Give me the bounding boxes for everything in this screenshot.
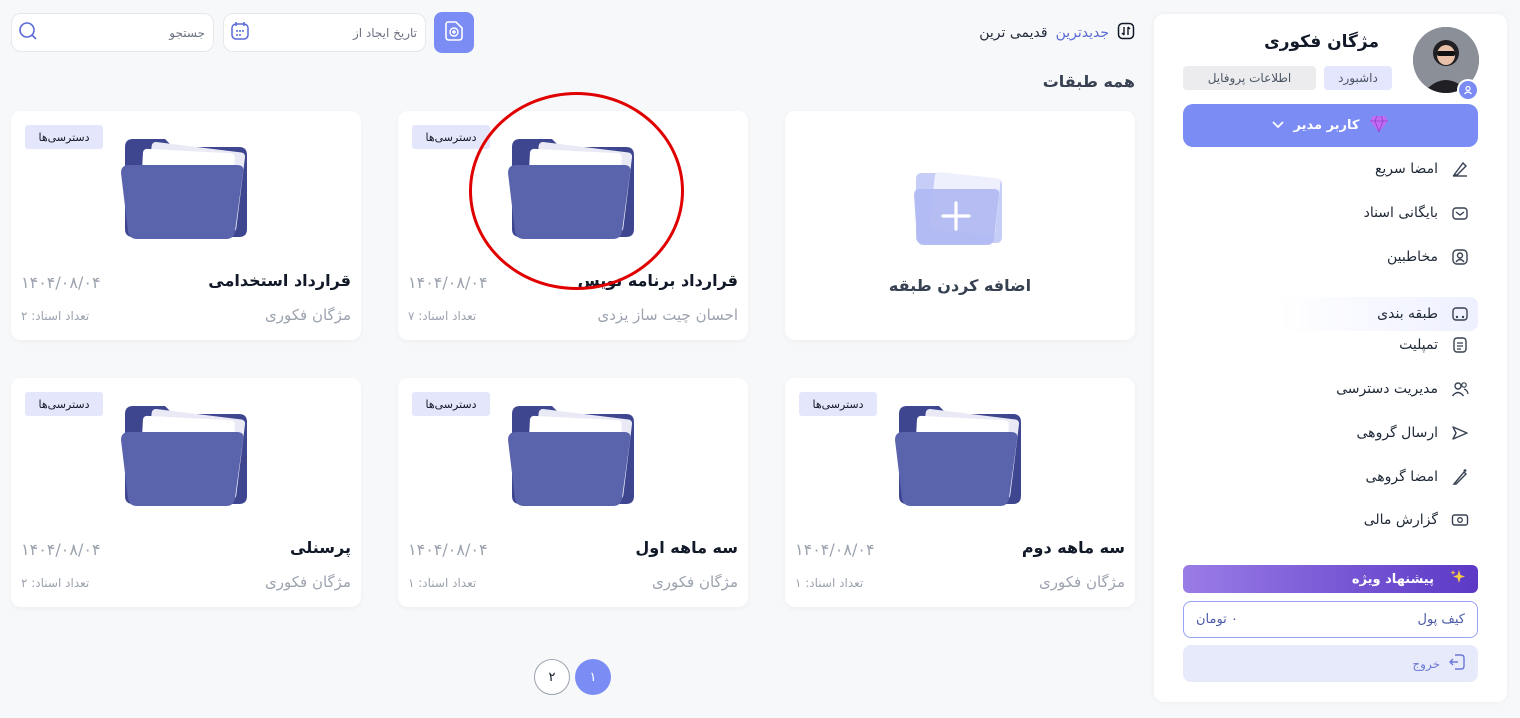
user-badge-icon [1457,79,1479,101]
search-input[interactable]: جستجو [11,13,214,52]
access-badge[interactable]: دسترسی‌ها [412,392,490,416]
access-badge[interactable]: دسترسی‌ها [25,125,103,149]
add-category-card[interactable]: اضافه کردن طبقه [785,111,1135,340]
menu-label: مدیریت دسترسی [1336,381,1438,397]
category-date: ۱۴۰۴/۰۸/۰۴ [408,540,488,559]
category-icon [1450,304,1470,324]
category-card[interactable]: دسترسی‌ها پرسنلی ۱۴۰۴/۰۸/۰۴ مژگان فکوری … [11,378,361,607]
add-file-button[interactable] [434,12,474,53]
folder-icon [121,406,247,506]
category-date: ۱۴۰۴/۰۸/۰۴ [21,273,101,292]
menu-label: بایگانی اسناد [1363,205,1438,221]
send-icon [1450,423,1470,443]
search-icon [18,21,38,44]
menu-label: طبقه بندی [1377,306,1438,322]
category-card[interactable]: دسترسی‌ها قرارداد برنامه نویس ۱۴۰۴/۰۸/۰۴… [398,111,748,340]
users-icon [1450,379,1470,399]
menu-financial-report[interactable]: گزارش مالی [1282,503,1478,537]
date-placeholder: تاریخ ایجاد از [352,25,417,40]
add-file-icon [443,20,465,46]
category-owner: احسان چیت ساز یزدی [597,306,739,324]
diamond-icon [1369,115,1389,137]
menu-categories[interactable]: طبقه بندی [1278,297,1478,331]
add-category-label: اضافه کردن طبقه [888,276,1032,295]
category-title: قرارداد استخدامی [208,271,351,290]
group-sign-icon [1450,467,1470,487]
page-2-button[interactable]: ۲ [534,659,570,695]
category-date: ۱۴۰۴/۰۸/۰۴ [795,540,875,559]
archive-icon [1450,203,1470,223]
menu-quick-sign[interactable]: امضا سریع [1282,152,1478,186]
date-from-field[interactable]: تاریخ ایجاد از [223,13,426,52]
category-owner: مژگان فکوری [265,306,351,324]
menu-contacts[interactable]: مخاطبین [1282,240,1478,274]
admin-role-dropdown[interactable]: کاربر مدیر [1183,104,1478,147]
menu-archive[interactable]: بایگانی اسناد [1282,196,1478,230]
menu-label: گزارش مالی [1363,512,1438,528]
category-card[interactable]: دسترسی‌ها سه ماهه دوم ۱۴۰۴/۰۸/۰۴ مژگان ف… [785,378,1135,607]
logout-label: خروج [1412,656,1440,671]
sidebar: مژگان فکوری داشبورد اطلاعات پروفایل کارب… [1154,14,1507,702]
folder-icon [895,406,1021,506]
access-badge[interactable]: دسترسی‌ها [25,392,103,416]
user-name: مژگان فکوری [1264,32,1379,52]
access-badge[interactable]: دسترسی‌ها [412,125,490,149]
wallet-label: کیف پول [1417,612,1465,627]
category-owner: مژگان فکوری [265,573,351,591]
menu-label: تمپلیت [1399,337,1438,353]
profile-info-button[interactable]: اطلاعات پروفایل [1183,66,1316,90]
chevron-down-icon [1271,118,1284,133]
category-owner: مژگان فکوری [652,573,738,591]
menu-label: ارسال گروهی [1356,425,1438,441]
menu-label: مخاطبین [1386,249,1438,265]
category-title: پرسنلی [290,538,351,557]
signature-icon [1450,159,1470,179]
special-offer-label: پیشنهاد ویژه [1351,571,1434,587]
contacts-icon [1450,247,1470,267]
menu-template[interactable]: تمپلیت [1282,328,1478,362]
add-folder-icon [914,172,1002,245]
menu-label: امضا گروهی [1365,469,1438,485]
section-title: همه طبقات [1042,72,1135,91]
template-icon [1450,335,1470,355]
category-doc-count: تعداد اسناد: ۱ [795,576,864,590]
sort-newest-option[interactable]: جدیدترین [1056,25,1109,41]
wallet-box[interactable]: کیف پول ۰ تومان [1183,601,1478,638]
menu-label: امضا سریع [1374,161,1438,177]
sparkle-icon [1450,569,1466,589]
category-title: سه ماهه اول [635,538,738,557]
category-date: ۱۴۰۴/۰۸/۰۴ [21,540,101,559]
special-offer-button[interactable]: پیشنهاد ویژه [1183,565,1478,593]
category-title: سه ماهه دوم [1021,538,1125,557]
folder-icon [121,139,247,239]
category-card[interactable]: دسترسی‌ها سه ماهه اول ۱۴۰۴/۰۸/۰۴ مژگان ف… [398,378,748,607]
category-date: ۱۴۰۴/۰۸/۰۴ [408,273,488,292]
menu-group-sign[interactable]: امضا گروهی [1282,460,1478,494]
logout-button[interactable]: خروج [1183,645,1478,682]
wallet-balance: ۰ تومان [1196,612,1238,627]
category-doc-count: تعداد اسناد: ۲ [21,576,90,590]
sort-icon [1117,22,1135,44]
sort-controls: جدیدترین قدیمی ترین [979,22,1135,44]
search-placeholder: جستجو [169,25,205,40]
category-title: قرارداد برنامه نویس [577,271,738,290]
money-icon [1450,510,1470,530]
category-doc-count: تعداد اسناد: ۷ [408,309,477,323]
access-badge[interactable]: دسترسی‌ها [799,392,877,416]
folder-icon [508,406,634,506]
calendar-icon [230,21,250,44]
menu-access-management[interactable]: مدیریت دسترسی [1282,372,1478,406]
category-owner: مژگان فکوری [1039,573,1125,591]
page-1-button[interactable]: ۱ [575,659,611,695]
category-card[interactable]: دسترسی‌ها قرارداد استخدامی ۱۴۰۴/۰۸/۰۴ مژ… [11,111,361,340]
folder-icon [508,139,634,239]
dashboard-button[interactable]: داشبورد [1324,66,1392,90]
category-doc-count: تعداد اسناد: ۲ [21,309,90,323]
sort-oldest-option[interactable]: قدیمی ترین [979,25,1047,41]
menu-group-send[interactable]: ارسال گروهی [1282,416,1478,450]
category-doc-count: تعداد اسناد: ۱ [408,576,477,590]
logout-icon [1448,653,1466,674]
admin-role-label: کاربر مدیر [1293,118,1360,133]
